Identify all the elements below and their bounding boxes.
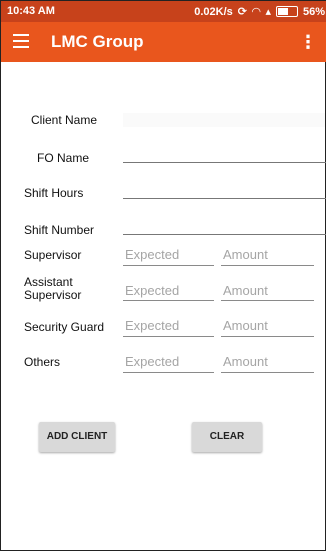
shift-number-label: Shift Number — [24, 223, 95, 237]
security-guard-expected-input[interactable]: Expected — [125, 318, 179, 333]
status-icons: 0.02K/s ⟳ ◠ ▴ 56% — [194, 5, 325, 19]
client-name-field[interactable] — [123, 113, 325, 127]
assistant-supervisor-label: Assistant Supervisor — [24, 275, 82, 302]
status-bar: 10:43 AM 0.02K/s ⟳ ◠ ▴ 56% — [1, 1, 326, 22]
fo-name-field[interactable] — [123, 162, 326, 163]
client-name-label: Client Name — [31, 113, 98, 127]
sync-icon: ⟳ — [237, 6, 247, 18]
status-time: 10:43 AM — [7, 5, 55, 17]
supervisor-label: Supervisor — [24, 248, 82, 262]
shift-hours-label: Shift Hours — [24, 186, 84, 200]
app-title: LMC Group — [51, 32, 144, 51]
shift-hours-field[interactable] — [123, 198, 326, 199]
battery-icon — [275, 6, 298, 17]
clear-button[interactable]: CLEAR — [192, 422, 262, 452]
assistant-supervisor-amount-underline — [221, 300, 314, 301]
assistant-supervisor-expected-input[interactable]: Expected — [125, 283, 179, 298]
more-vertical-icon[interactable]: ⋮ — [299, 32, 317, 52]
others-amount-underline — [221, 372, 314, 373]
others-expected-underline — [123, 372, 214, 373]
others-expected-input[interactable]: Expected — [125, 354, 179, 369]
security-guard-label: Security Guard — [24, 320, 105, 334]
supervisor-expected-underline — [123, 265, 214, 266]
supervisor-amount-underline — [221, 265, 314, 266]
supervisor-expected-input[interactable]: Expected — [125, 247, 179, 262]
security-guard-amount-underline — [221, 336, 314, 337]
security-guard-amount-input[interactable]: Amount — [223, 318, 268, 333]
assistant-supervisor-expected-underline — [123, 300, 214, 301]
fo-name-label: FO Name — [37, 151, 90, 165]
supervisor-amount-input[interactable]: Amount — [223, 247, 268, 262]
network-speed: 0.02K/s — [194, 5, 233, 18]
signal-icon: ▴ — [265, 6, 271, 18]
wifi-icon: ◠ — [251, 6, 261, 18]
add-client-button[interactable]: ADD CLIENT — [39, 422, 115, 452]
hamburger-menu-icon[interactable] — [13, 34, 29, 48]
security-guard-expected-underline — [123, 336, 214, 337]
others-amount-input[interactable]: Amount — [223, 354, 268, 369]
battery-percent: 56% — [302, 5, 325, 18]
others-label: Others — [24, 355, 61, 369]
assistant-supervisor-amount-input[interactable]: Amount — [223, 283, 268, 298]
app-bar: LMC Group ⋮ — [1, 22, 326, 62]
shift-number-field[interactable] — [123, 234, 326, 235]
